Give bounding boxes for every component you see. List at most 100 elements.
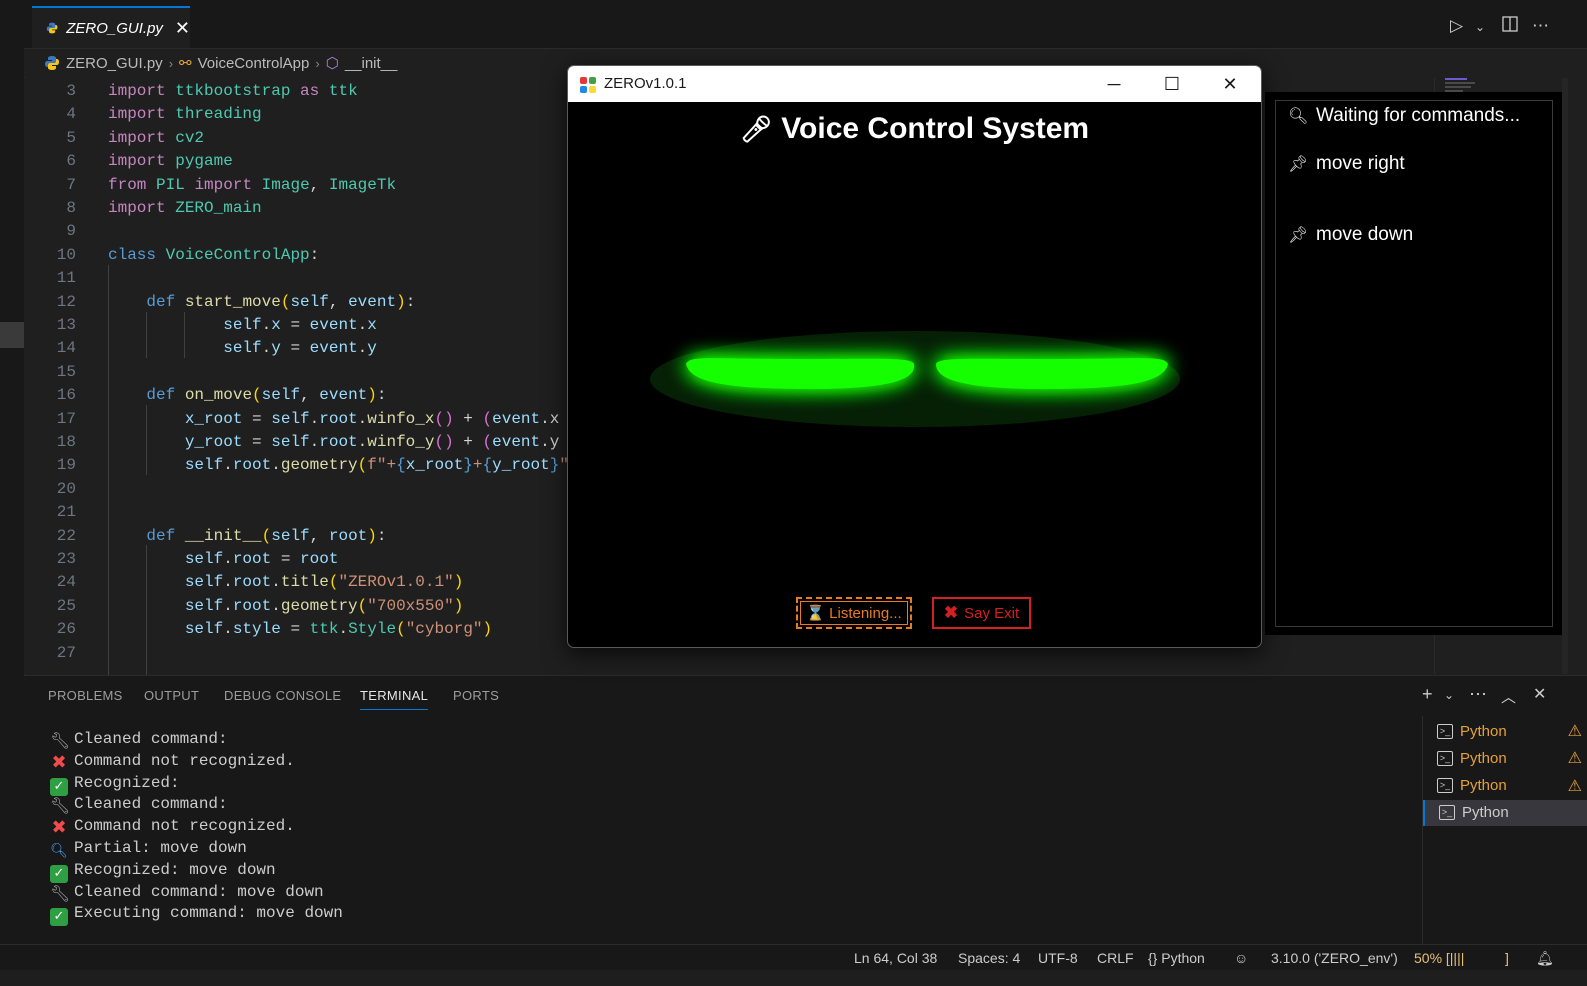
run-dropdown-icon[interactable]: ⌄ — [1475, 20, 1485, 34]
notifications-icon[interactable]: 🔔︎ — [1536, 950, 1554, 967]
breadcrumb-class[interactable]: VoiceControlApp — [198, 55, 310, 72]
code-token: : — [405, 292, 416, 311]
code-token: = — [280, 316, 310, 334]
line-number: 3 — [66, 82, 76, 100]
close-window-icon[interactable]: ✕ — [1207, 70, 1253, 98]
encoding[interactable]: UTF-8 — [1038, 950, 1078, 966]
panel-tab-output[interactable]: OUTPUT — [144, 688, 199, 703]
panel-tab-terminal[interactable]: TERMINAL — [360, 688, 429, 710]
code-line: 23 self.root = root — [24, 548, 339, 571]
code-token: root — [232, 573, 272, 592]
code-token: self — [223, 339, 262, 358]
code-token: ) — [367, 386, 377, 405]
language-mode[interactable]: {} Python — [1148, 950, 1205, 966]
breadcrumb-separator: › — [315, 55, 320, 71]
terminal-instance-label: Python — [1460, 749, 1507, 767]
code-token: x_root — [184, 409, 243, 428]
line-number: 24 — [56, 573, 76, 592]
listening-button[interactable]: ⌛ Listening... — [796, 597, 912, 629]
code-token: = — [271, 550, 301, 568]
terminal-instance[interactable]: >_ Python ⚠ — [1423, 718, 1587, 744]
indentation[interactable]: Spaces: 4 — [958, 950, 1020, 966]
line-number: 20 — [56, 479, 76, 498]
end-of-line[interactable]: CRLF — [1097, 950, 1134, 966]
more-actions-icon[interactable]: ⋯ — [1532, 16, 1549, 36]
code-token: from — [108, 175, 147, 194]
editor-tab[interactable]: ZERO_GUI.py ✕ — [32, 6, 190, 48]
zero-app-window: ZEROv1.0.1 ─ ☐ ✕ 🎤︎ Voice Control System… — [567, 65, 1262, 648]
terminal-line-text: Partial: move down — [74, 839, 247, 857]
cursor-position[interactable]: Ln 64, Col 38 — [854, 950, 937, 966]
panel-tab-problems[interactable]: PROBLEMS — [48, 688, 123, 703]
code-token: ) — [482, 620, 493, 639]
code-token: . — [271, 573, 281, 592]
panel-tab-debug-console[interactable]: DEBUG CONSOLE — [224, 688, 341, 703]
code-token: ( — [357, 596, 368, 615]
maximize-panel-icon[interactable]: ︿ — [1501, 686, 1516, 707]
code-token: . — [261, 339, 272, 358]
terminal-instance[interactable]: >_ Python — [1423, 799, 1587, 826]
code-token: : — [376, 386, 387, 405]
app-icon — [580, 77, 596, 93]
terminal-icon: >_ — [1437, 778, 1453, 794]
code-token: self — [184, 573, 224, 592]
code-token: import — [108, 105, 166, 124]
zoom-indicator[interactable]: 50% [|||| — [1414, 950, 1464, 966]
bottom-panel: PROBLEMS OUTPUT DEBUG CONSOLE TERMINAL PORTS… — [24, 675, 1587, 944]
wrench-icon: 🔧︎ — [50, 883, 71, 903]
code-token: self — [271, 409, 310, 428]
code-line: 9 — [24, 220, 108, 243]
code-token: . — [357, 409, 368, 428]
copilot-icon[interactable]: ☺ — [1234, 950, 1248, 966]
breadcrumb-method[interactable]: __init__ — [345, 55, 398, 72]
run-icon[interactable]: ▷ — [1450, 16, 1463, 36]
magnifier-icon: 🔍︎ — [50, 843, 68, 859]
maximize-icon[interactable]: ☐ — [1149, 70, 1195, 98]
code-token: ( — [396, 620, 406, 639]
pin-icon: 📌︎ — [1288, 156, 1309, 173]
code-line: 26 self.style = ttk.Style("cyborg") — [24, 618, 492, 641]
code-line: 6 import pygame — [24, 150, 232, 173]
terminal-dropdown-icon[interactable]: ⌄ — [1444, 688, 1454, 702]
code-token: ( — [482, 433, 493, 451]
code-line: 14 self.y = event.y — [24, 337, 377, 360]
more-actions-icon[interactable]: ⋯ — [1469, 684, 1487, 705]
code-token: import — [108, 152, 166, 171]
terminal-instance[interactable]: >_ Python ⚠ — [1423, 745, 1587, 771]
terminal-line-text: Command not recognized. — [74, 817, 295, 836]
panel-tab-ports[interactable]: PORTS — [453, 688, 499, 703]
close-panel-icon[interactable]: ✕ — [1533, 684, 1546, 704]
zoom-bracket: ] — [1505, 950, 1509, 966]
window-titlebar[interactable]: ZEROv1.0.1 ─ ☐ ✕ — [568, 66, 1261, 102]
code-token: import — [194, 175, 253, 194]
code-token: self — [223, 316, 262, 334]
code-token: ZERO_main — [175, 199, 262, 217]
new-terminal-icon[interactable]: + — [1422, 684, 1433, 705]
code-token: , — [309, 175, 329, 194]
code-line: 3 import ttkbootstrap as ttk — [24, 80, 357, 103]
terminal-instance[interactable]: >_ Python ⚠ — [1423, 773, 1587, 799]
minimize-icon[interactable]: ─ — [1091, 70, 1137, 98]
python-interpreter[interactable]: 3.10.0 ('ZERO_env') — [1271, 950, 1398, 966]
line-number: 19 — [56, 456, 76, 475]
check-icon: ✓ — [50, 908, 68, 927]
code-token: ) — [453, 573, 464, 592]
close-tab-icon[interactable]: ✕ — [175, 18, 190, 39]
code-line: 12 def start_move(self, event): — [24, 291, 416, 314]
command-entry: 📌︎ move right — [1288, 153, 1405, 175]
line-number: 4 — [66, 105, 76, 124]
line-number: 14 — [56, 339, 76, 358]
code-token: ( — [252, 386, 262, 405]
editor-scrollbar[interactable] — [1562, 78, 1568, 674]
code-token: } — [549, 456, 560, 475]
line-number: 8 — [66, 199, 76, 217]
say-exit-button[interactable]: ✖ Say Exit — [932, 597, 1031, 629]
split-editor-icon[interactable] — [1502, 16, 1518, 37]
breadcrumb-file[interactable]: ZERO_GUI.py — [66, 55, 163, 72]
code-token: ) — [396, 292, 406, 311]
